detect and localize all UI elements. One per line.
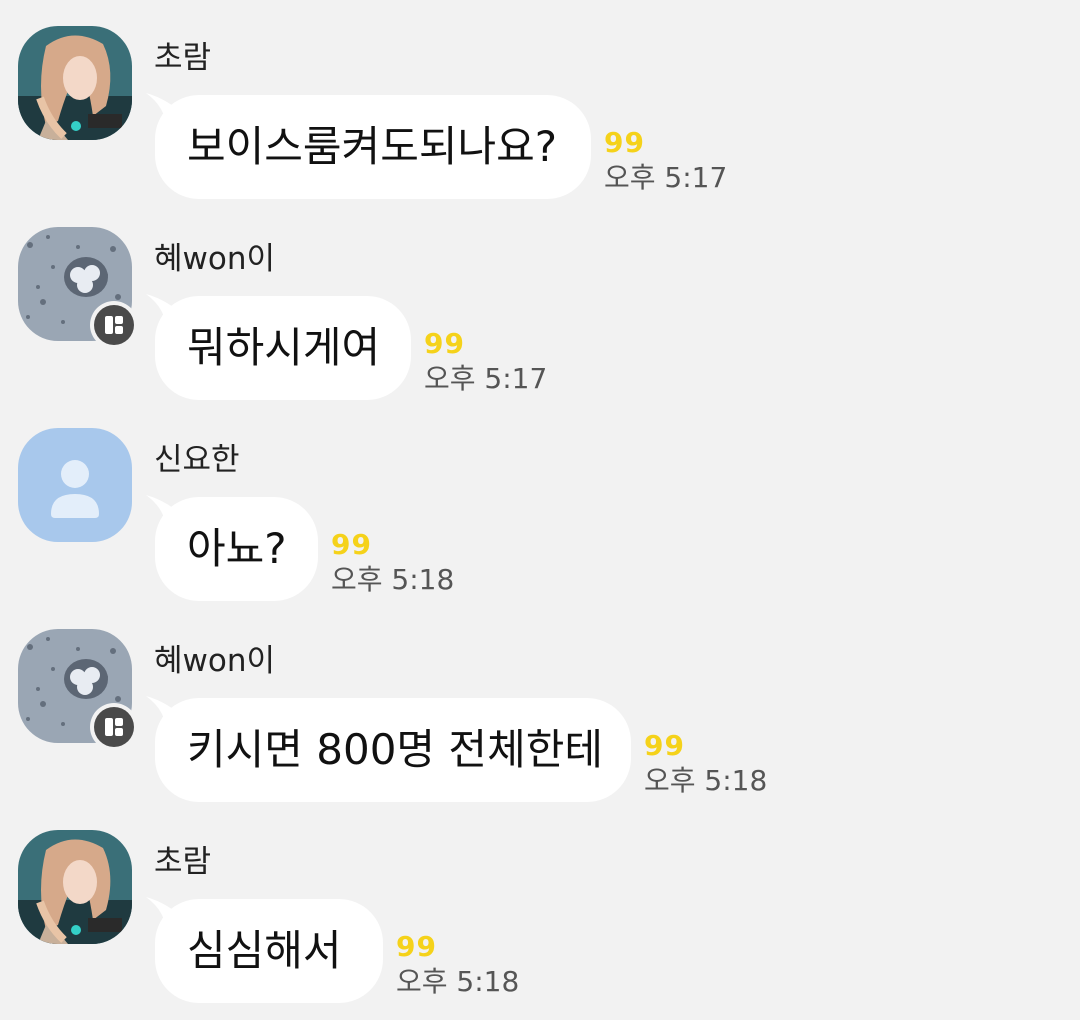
chat-message: 신요한 아뇨? 99 오후 5:18 (0, 402, 1080, 602)
message-meta: 99 오후 5:17 (604, 128, 727, 196)
message-meta: 99 오후 5:17 (424, 329, 547, 397)
anime-character-icon (18, 830, 132, 944)
message-bubble[interactable]: 심심해서 (155, 899, 383, 1003)
message-time: 오후 5:18 (331, 563, 455, 596)
unread-count: 99 (424, 327, 465, 360)
sender-name: 혜won이 (154, 643, 276, 679)
message-time: 오후 5:18 (396, 965, 520, 998)
sender-name: 초람 (154, 844, 212, 880)
sender-name: 초람 (154, 40, 212, 76)
unread-count: 99 (396, 930, 437, 963)
unread-count: 99 (331, 528, 372, 561)
message-time: 오후 5:17 (604, 161, 728, 194)
sender-name: 신요한 (154, 442, 240, 478)
message-time: 오후 5:17 (424, 362, 548, 395)
chat-message: 초람 심심해서 99 오후 5:18 (0, 804, 1080, 1004)
message-meta: 99 오후 5:18 (644, 731, 767, 799)
message-meta: 99 오후 5:18 (331, 530, 454, 598)
sender-name: 혜won이 (154, 241, 276, 277)
sender-avatar[interactable] (18, 26, 132, 140)
unread-count: 99 (644, 729, 685, 762)
anime-character-icon (18, 26, 132, 140)
chat-message: 혜won이 키시면 800명 전체한테 99 오후 5:18 (0, 603, 1080, 803)
default-person-icon (18, 428, 132, 542)
unread-count: 99 (604, 126, 645, 159)
sender-avatar[interactable] (18, 830, 132, 944)
message-bubble[interactable]: 뭐하시게여 (155, 296, 411, 400)
profile-badge (90, 703, 138, 751)
profile-badge (90, 301, 138, 349)
multi-profile-icon (105, 718, 123, 736)
chat-message: 초람 보이스룸켜도되나요? 99 오후 5:17 (0, 0, 1080, 200)
multi-profile-icon (105, 316, 123, 334)
message-bubble[interactable]: 키시면 800명 전체한테 (155, 698, 631, 802)
message-bubble[interactable]: 아뇨? (155, 497, 318, 601)
sender-avatar[interactable] (18, 428, 132, 542)
message-bubble[interactable]: 보이스룸켜도되나요? (155, 95, 591, 199)
message-time: 오후 5:18 (644, 764, 768, 797)
chat-message: 혜won이 뭐하시게여 99 오후 5:17 (0, 201, 1080, 401)
message-meta: 99 오후 5:18 (396, 932, 519, 1000)
